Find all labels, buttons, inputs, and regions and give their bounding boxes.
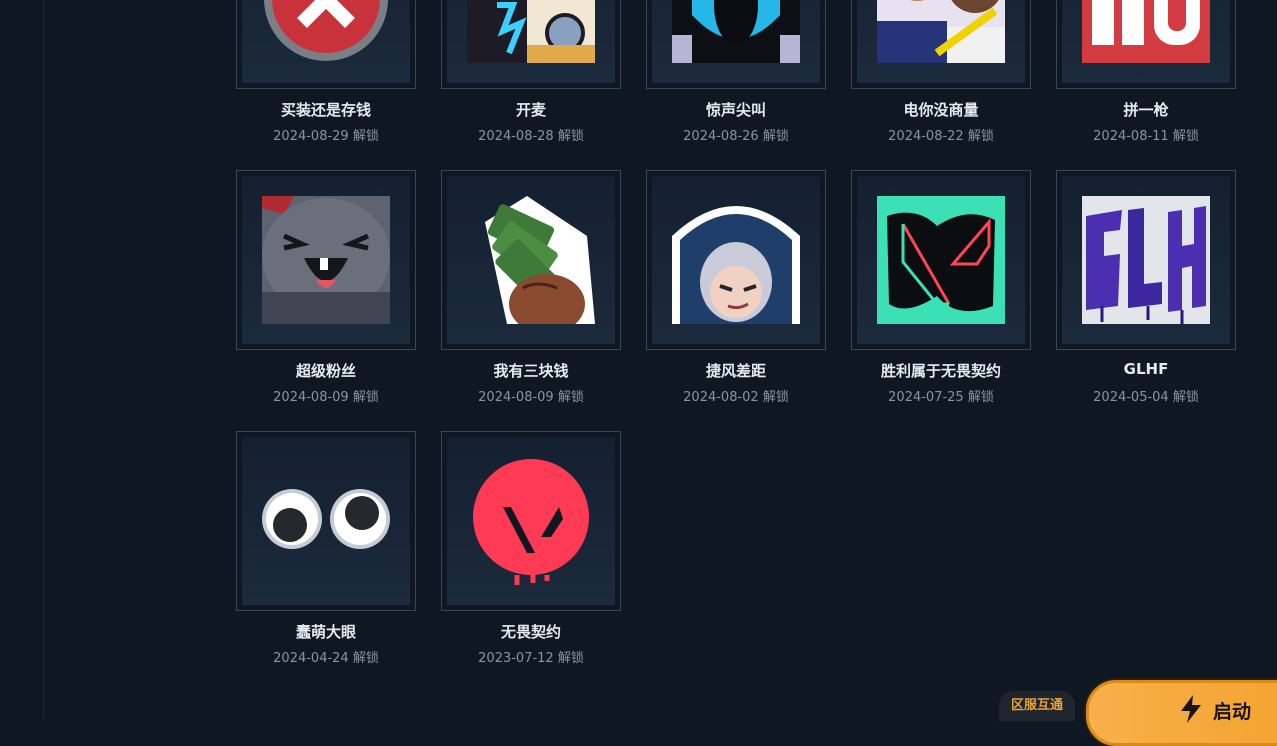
spray-frame xyxy=(441,170,621,350)
spray-card[interactable]: 电你没商量 2024-08-22 解锁 xyxy=(851,0,1031,149)
spray-card[interactable]: 蠢萌大眼 2024-04-24 解锁 xyxy=(236,431,416,671)
spray-frame xyxy=(646,170,826,350)
spray-card[interactable]: GLHF 2024-05-04 解锁 xyxy=(1056,170,1236,410)
spray-name: 超级粉丝 xyxy=(295,362,356,380)
spray-name: 惊声尖叫 xyxy=(705,101,766,119)
spray-frame xyxy=(851,0,1031,89)
spray-grid: 买装还是存钱 2024-08-29 解锁 开麦 2024-08-28 解锁 惊声… xyxy=(0,0,1277,719)
spray-frame xyxy=(236,0,416,89)
spray-frame xyxy=(1056,170,1236,350)
spray-card[interactable]: 胜利属于无畏契约 2024-07-25 解锁 xyxy=(851,170,1031,410)
spray-card[interactable]: 捷风差距 2024-08-02 解锁 xyxy=(646,170,826,410)
spray-name: 电你没商量 xyxy=(903,101,979,119)
spray-image-valorant-splatter xyxy=(877,196,1005,324)
spray-unlock-date: 2024-08-29 解锁 xyxy=(273,129,379,144)
spray-unlock-date: 2024-08-22 解锁 xyxy=(888,129,994,144)
spray-name: 捷风差距 xyxy=(705,362,766,380)
spray-image-hooded-agent xyxy=(672,196,800,324)
spray-unlock-date: 2024-08-11 解锁 xyxy=(1093,129,1199,144)
region-interop-badge[interactable]: 区服互通 xyxy=(999,691,1075,721)
spray-unlock-date: 2024-08-26 解锁 xyxy=(683,129,789,144)
spray-image-characters xyxy=(877,0,1005,63)
spray-image-googly-eyes xyxy=(262,457,390,585)
spray-frame xyxy=(646,0,826,89)
spray-unlock-date: 2024-04-24 解锁 xyxy=(273,651,379,666)
spray-unlock-date: 2023-07-12 解锁 xyxy=(478,651,584,666)
spray-frame xyxy=(441,0,621,89)
spray-frame xyxy=(236,170,416,350)
spray-image-graffiti xyxy=(1082,196,1210,324)
spray-unlock-date: 2024-07-25 解锁 xyxy=(888,390,994,405)
launch-label: 启动 xyxy=(1213,701,1252,723)
spray-image-valorant-logo xyxy=(467,457,595,585)
spray-name: 无畏契约 xyxy=(500,623,561,641)
spray-name: GLHF xyxy=(1123,360,1169,378)
spray-unlock-date: 2024-08-02 解锁 xyxy=(683,390,789,405)
spray-card[interactable]: 买装还是存钱 2024-08-29 解锁 xyxy=(236,0,416,149)
spray-card[interactable]: 超级粉丝 2024-08-09 解锁 xyxy=(236,170,416,410)
spray-frame xyxy=(236,431,416,611)
spray-unlock-date: 2024-08-09 解锁 xyxy=(273,390,379,405)
spray-unlock-date: 2024-08-09 解锁 xyxy=(478,390,584,405)
spray-name: 我有三块钱 xyxy=(493,362,569,380)
spray-card[interactable]: 开麦 2024-08-28 解锁 xyxy=(441,0,621,149)
spray-card[interactable]: 拼一枪 2024-08-11 解锁 xyxy=(1056,0,1236,149)
spray-card[interactable]: 我有三块钱 2024-08-09 解锁 xyxy=(441,170,621,410)
spray-image-ghost xyxy=(672,0,800,63)
spray-name: 拼一枪 xyxy=(1123,101,1169,119)
spray-image-microphone xyxy=(467,0,595,63)
spray-image-happy-creature xyxy=(262,196,390,324)
launch-button[interactable]: 启动 xyxy=(1086,680,1277,746)
spray-name: 蠢萌大眼 xyxy=(295,623,356,641)
spray-image-no-symbol xyxy=(262,0,390,63)
spray-unlock-date: 2024-08-28 解锁 xyxy=(478,129,584,144)
spray-card[interactable]: 无畏契约 2023-07-12 解锁 xyxy=(441,431,621,671)
spray-image-cash-hand xyxy=(467,196,595,324)
spray-name: 开麦 xyxy=(515,101,546,119)
spray-frame xyxy=(441,431,621,611)
spray-unlock-date: 2024-05-04 解锁 xyxy=(1093,390,1199,405)
spray-name: 买装还是存钱 xyxy=(280,101,371,119)
spray-frame xyxy=(1056,0,1236,89)
spray-name: 胜利属于无畏契约 xyxy=(880,362,1001,380)
spray-frame xyxy=(851,170,1031,350)
spray-image-red-lettering xyxy=(1082,0,1210,63)
spray-card[interactable]: 惊声尖叫 2024-08-26 解锁 xyxy=(646,0,826,149)
